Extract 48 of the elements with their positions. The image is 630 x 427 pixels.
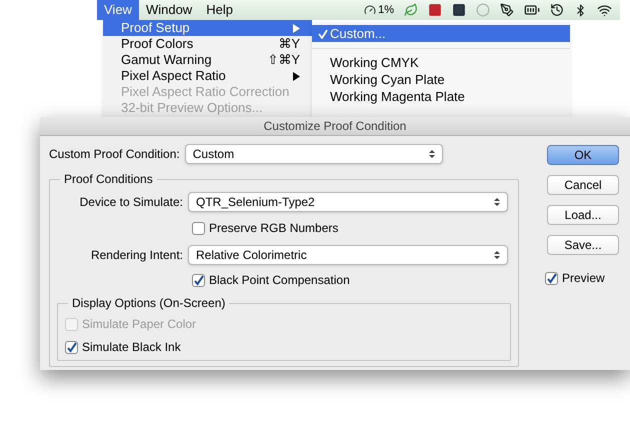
field-label: Device to Simulate: [78, 194, 183, 211]
field-label: Rendering Intent: [90, 247, 183, 264]
dialog-button[interactable]: Cancel [547, 175, 619, 195]
checkbox-label: Black Point Compensation [209, 272, 350, 289]
menu-title[interactable]: View [97, 0, 139, 20]
group-title: Display Options (On-Screen) [68, 296, 230, 311]
dropdown[interactable]: Custom [184, 144, 443, 164]
menu-item[interactable]: Proof Setup [103, 20, 312, 36]
checkmark-icon [546, 272, 557, 284]
menu-item[interactable]: Working Magenta Plate [312, 88, 570, 105]
stepper-arrows-icon [428, 149, 435, 159]
pen-icon[interactable] [500, 3, 514, 17]
dropdown[interactable]: Relative Colorimetric [188, 245, 508, 265]
leaf-icon[interactable] [404, 3, 418, 17]
bluetooth-icon[interactable] [574, 4, 587, 16]
checkbox-label: Simulate Paper Color [82, 316, 196, 333]
checkbox-label: Simulate Black Ink [82, 339, 181, 356]
menu-item[interactable]: Working Cyan Plate [312, 71, 570, 88]
dialog-button[interactable]: Save... [547, 235, 619, 255]
menu-item[interactable]: Pixel Aspect Ratio [103, 68, 312, 84]
checkbox[interactable] [545, 272, 558, 284]
checkbox[interactable] [192, 222, 205, 234]
checkbox[interactable] [192, 274, 205, 286]
menu-item[interactable]: Working CMYK [312, 54, 570, 71]
gauge-icon[interactable] [364, 4, 376, 16]
clock-icon[interactable] [550, 3, 564, 17]
menu-item[interactable]: Gamut Warning ⇧⌘Y [103, 52, 312, 68]
wifi-icon[interactable] [597, 2, 612, 18]
menu-title[interactable]: Window [138, 0, 200, 20]
shortcut: ⌘Y [278, 35, 300, 54]
checkmark-icon [193, 274, 204, 286]
menu-item[interactable]: Proof Colors ⌘Y [103, 36, 312, 52]
checkbox-label: Preserve RGB Numbers [209, 220, 338, 237]
window-title: Customize Proof Condition [40, 117, 630, 136]
menu-title[interactable]: Help [199, 0, 240, 20]
dialog-button[interactable]: OK [547, 145, 619, 165]
checkbox-label: Preview [562, 270, 605, 287]
field-label: Custom Proof Condition: [49, 146, 180, 163]
square-icon[interactable] [452, 3, 466, 17]
shortcut: ⇧⌘Y [267, 51, 300, 70]
menu-item[interactable]: Custom... [312, 25, 570, 42]
checkmark-icon [66, 342, 77, 352]
dropdown[interactable]: QTR_Selenium-Type2 [188, 192, 508, 212]
cpu-reading: 1% [378, 2, 394, 18]
stepper-arrows-icon [494, 197, 500, 207]
checkbox[interactable] [65, 340, 78, 354]
stepper-arrows-icon [494, 250, 500, 260]
dialog-button[interactable]: Load... [547, 205, 619, 225]
